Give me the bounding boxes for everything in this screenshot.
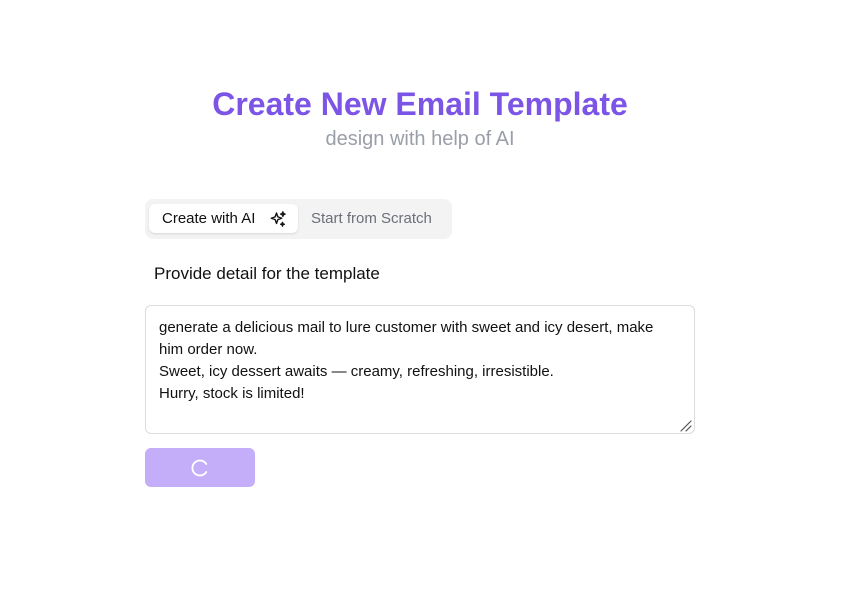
page-subtitle: design with help of AI	[325, 128, 515, 150]
tab-start-from-scratch[interactable]: Start from Scratch	[311, 204, 447, 233]
sparkles-icon	[270, 211, 286, 227]
tab-create-with-ai[interactable]: Create with AI	[149, 204, 298, 233]
generate-button[interactable]	[145, 448, 255, 487]
mode-tabs: Create with AI Start from Scratch	[145, 199, 452, 239]
spinner-icon	[191, 459, 208, 477]
template-detail-textarea[interactable]	[145, 305, 695, 434]
tab-label: Create with AI	[162, 210, 256, 227]
resize-grip-icon[interactable]	[679, 419, 692, 432]
template-detail-label: Provide detail for the template	[154, 264, 380, 283]
page-title: Create New Email Template	[212, 86, 628, 122]
create-template-page: Create New Email Template design with he…	[0, 0, 864, 608]
